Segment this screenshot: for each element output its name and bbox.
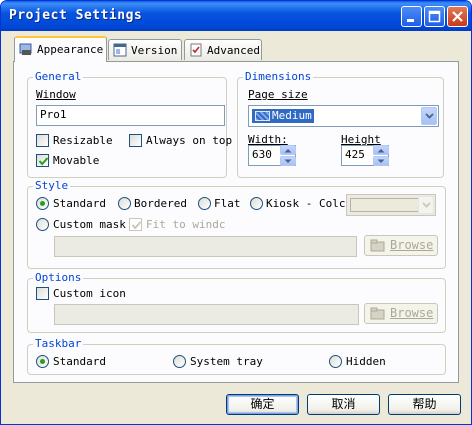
custom-icon-checkbox[interactable] bbox=[36, 287, 49, 300]
version-icon bbox=[113, 43, 127, 57]
page-size-swatch-icon bbox=[255, 111, 270, 121]
title-bar[interactable]: Project Settings bbox=[1, 1, 471, 31]
height-spinner[interactable] bbox=[373, 145, 389, 167]
chevron-down-icon bbox=[422, 202, 431, 208]
taskbar-standard-label: Standard bbox=[53, 355, 106, 368]
kiosk-color-swatch bbox=[350, 198, 419, 212]
icon-browse-label: Browse bbox=[390, 306, 434, 320]
chevron-up-icon bbox=[377, 149, 385, 153]
always-on-top-label: Always on top bbox=[146, 134, 233, 147]
page-size-select[interactable]: Medium bbox=[248, 105, 439, 127]
style-flat-label: Flat bbox=[214, 197, 241, 210]
browse-folder-icon bbox=[370, 239, 385, 252]
window-label: Window bbox=[36, 88, 76, 101]
project-settings-window: Project Settings Appearance Version Adva… bbox=[0, 0, 472, 425]
close-button[interactable] bbox=[447, 6, 468, 27]
style-kiosk-label: Kiosk - Colc bbox=[266, 197, 346, 210]
checkmark-icon bbox=[38, 157, 49, 166]
movable-checkbox[interactable] bbox=[36, 154, 49, 167]
window-title: Project Settings bbox=[9, 8, 143, 23]
mask-path-input[interactable] bbox=[54, 236, 357, 257]
fit-to-window-label: Fit to windc bbox=[146, 218, 226, 231]
style-flat-radio[interactable] bbox=[198, 197, 211, 210]
chevron-down-icon bbox=[284, 159, 292, 163]
style-group-title: Style bbox=[33, 179, 71, 192]
style-kiosk-radio[interactable] bbox=[250, 197, 263, 210]
maximize-icon bbox=[428, 10, 441, 23]
tab-version-label: Version bbox=[131, 44, 178, 57]
custom-icon-label: Custom icon bbox=[53, 287, 126, 300]
radio-dot bbox=[40, 201, 45, 206]
radio-dot bbox=[40, 359, 45, 364]
style-standard-label: Standard bbox=[53, 197, 106, 210]
taskbar-hidden-radio[interactable] bbox=[329, 355, 342, 368]
style-bordered-radio[interactable] bbox=[118, 197, 131, 210]
taskbar-standard-radio[interactable] bbox=[36, 355, 49, 368]
help-button[interactable]: 帮助 bbox=[388, 394, 461, 415]
page-size-dropdown-button[interactable] bbox=[421, 107, 437, 125]
resizable-checkbox[interactable] bbox=[36, 134, 49, 147]
taskbar-group-title: Taskbar bbox=[33, 337, 84, 350]
advanced-icon bbox=[190, 43, 202, 57]
taskbar-system-tray-radio[interactable] bbox=[173, 355, 186, 368]
dimensions-group: Dimensions Page size Medium Width: 630 H… bbox=[237, 70, 444, 178]
checkmark-icon bbox=[131, 221, 142, 230]
kiosk-color-dropdown-button[interactable] bbox=[418, 196, 434, 214]
fit-to-window-checkbox[interactable] bbox=[129, 218, 142, 231]
ok-button[interactable]: 确定 bbox=[226, 394, 299, 415]
page-size-selected: Medium bbox=[252, 109, 314, 123]
options-group: Options Custom icon Browse bbox=[27, 271, 446, 333]
width-spinner[interactable] bbox=[280, 145, 296, 167]
tab-appearance[interactable]: Appearance bbox=[14, 36, 107, 62]
maximize-button[interactable] bbox=[424, 6, 445, 27]
chevron-down-icon bbox=[425, 113, 434, 119]
height-decrement-button[interactable] bbox=[373, 156, 389, 166]
appearance-icon bbox=[19, 43, 32, 55]
tab-advanced-label: Advanced bbox=[207, 44, 260, 57]
taskbar-group: Taskbar Standard System tray Hidden bbox=[27, 337, 446, 375]
tab-appearance-label: Appearance bbox=[37, 43, 104, 56]
browse-folder-icon bbox=[370, 307, 385, 320]
mask-browse-button[interactable]: Browse bbox=[364, 235, 438, 256]
height-increment-button[interactable] bbox=[373, 145, 389, 155]
page-size-label: Page size bbox=[248, 88, 308, 101]
chevron-up-icon bbox=[284, 149, 292, 153]
general-group-title: General bbox=[33, 70, 84, 83]
minimize-button[interactable] bbox=[401, 6, 422, 27]
style-custom-mask-label: Custom mask bbox=[53, 218, 126, 231]
mask-browse-label: Browse bbox=[390, 238, 434, 252]
minimize-icon bbox=[407, 19, 414, 22]
window-name-input[interactable]: Pro1 bbox=[36, 105, 225, 126]
taskbar-system-tray-label: System tray bbox=[190, 355, 263, 368]
taskbar-hidden-label: Hidden bbox=[346, 355, 386, 368]
tab-advanced[interactable]: Advanced bbox=[184, 39, 262, 60]
general-group: General Window Pro1 Resizable Always on … bbox=[27, 70, 232, 178]
options-group-title: Options bbox=[33, 271, 84, 284]
dimensions-group-title: Dimensions bbox=[243, 70, 314, 83]
appearance-tab-panel: General Window Pro1 Resizable Always on … bbox=[13, 61, 459, 383]
always-on-top-checkbox[interactable] bbox=[129, 134, 142, 147]
cancel-button[interactable]: 取消 bbox=[307, 394, 380, 415]
chevron-down-icon bbox=[377, 159, 385, 163]
movable-label: Movable bbox=[53, 154, 100, 167]
tab-version[interactable]: Version bbox=[108, 39, 182, 60]
width-increment-button[interactable] bbox=[280, 145, 296, 155]
kiosk-color-select[interactable] bbox=[346, 194, 436, 216]
resizable-label: Resizable bbox=[53, 134, 113, 147]
style-bordered-label: Bordered bbox=[134, 197, 187, 210]
icon-path-input[interactable] bbox=[54, 304, 359, 325]
icon-browse-button[interactable]: Browse bbox=[364, 303, 438, 324]
style-custom-mask-radio[interactable] bbox=[36, 218, 49, 231]
close-icon bbox=[452, 11, 463, 22]
style-standard-radio[interactable] bbox=[36, 197, 49, 210]
style-group: Style Standard Bordered Flat Kiosk - Col… bbox=[27, 179, 446, 269]
width-decrement-button[interactable] bbox=[280, 156, 296, 166]
